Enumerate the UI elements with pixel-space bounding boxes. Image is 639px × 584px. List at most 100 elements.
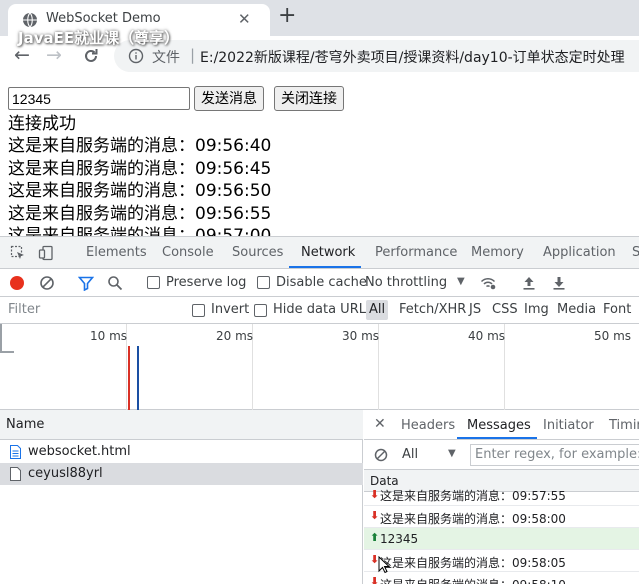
tab-timing[interactable]: Timin — [609, 418, 639, 433]
inspect-element-icon[interactable] — [10, 245, 26, 261]
filter-icon[interactable] — [78, 275, 94, 291]
network-toolbar: Preserve log Disable cache No throttling… — [0, 269, 639, 297]
network-conditions-icon[interactable] — [480, 275, 496, 291]
request-row-websocket-html[interactable]: websocket.html — [0, 441, 363, 463]
reload-icon[interactable] — [82, 47, 100, 65]
request-row-websocket[interactable]: ceyusl88yrl — [0, 463, 363, 485]
timeline-tick-label: 20 ms — [216, 329, 254, 343]
disable-cache-label: Disable cache — [276, 275, 367, 290]
tab-network[interactable]: Network — [301, 245, 355, 260]
tab-title: WebSocket Demo — [46, 11, 161, 26]
active-detail-tab-indicator — [457, 437, 537, 439]
watermark: JavaEE就业课（尊享） — [18, 29, 180, 47]
clear-messages-icon[interactable] — [374, 448, 388, 462]
separator: | — [190, 46, 196, 64]
request-detail-pane: ✕ Headers Messages Initiator Timin All ▼… — [364, 410, 639, 584]
detail-tabbar: ✕ Headers Messages Initiator Timin — [364, 410, 639, 440]
info-icon[interactable] — [128, 48, 144, 64]
type-filter-fetch-xhr[interactable]: Fetch/XHR — [399, 302, 466, 317]
tab-performance[interactable]: Performance — [375, 245, 457, 260]
websocket-file-icon — [10, 467, 21, 481]
close-connection-button[interactable]: 关闭连接 — [274, 86, 344, 111]
message-row[interactable]: ⬇ 这是来自服务端的消息：09:57:55 — [364, 488, 639, 506]
hide-data-urls-checkbox[interactable] — [254, 304, 267, 317]
tab-application[interactable]: Application — [543, 245, 616, 260]
preserve-log-checkbox[interactable] — [147, 276, 160, 289]
preserve-log-label: Preserve log — [166, 275, 247, 290]
browser-window: WebSocket Demo ✕ + JavaEE就业课（尊享） ← → 文件 … — [0, 0, 639, 584]
timeline-overview[interactable]: 10 ms 20 ms 30 ms 40 ms 50 ms — [0, 324, 639, 410]
sent-arrow-icon: ⬆ — [370, 531, 380, 544]
request-name: websocket.html — [28, 444, 131, 459]
tab-sources[interactable]: Sources — [232, 245, 283, 260]
download-icon[interactable] — [551, 275, 567, 291]
message-text: 这是来自服务端的消息：09:57:55 — [380, 489, 566, 503]
timeline-tick-label: 30 ms — [342, 329, 380, 343]
filter-input[interactable]: Filter — [4, 300, 180, 320]
name-column-header[interactable]: Name — [0, 410, 363, 440]
message-input[interactable] — [8, 87, 190, 110]
tab-console[interactable]: Console — [162, 245, 214, 260]
throttling-select[interactable]: No throttling — [365, 275, 447, 290]
type-filter-js[interactable]: JS — [469, 302, 481, 317]
received-arrow-icon: ⬇ — [370, 509, 380, 522]
devtools-tabbar: Elements Console Sources Network Perform… — [0, 237, 639, 269]
log-line: 这是来自服务端的消息：09:56:55 — [8, 203, 272, 224]
document-icon — [10, 445, 21, 459]
tab-security[interactable]: S — [632, 245, 639, 260]
active-tab-indicator — [289, 266, 361, 268]
tab-messages[interactable]: Messages — [467, 418, 531, 433]
log-line: 这是来自服务端的消息：09:56:45 — [8, 158, 272, 179]
mouse-cursor-icon — [378, 556, 390, 574]
tab-memory[interactable]: Memory — [471, 245, 524, 260]
timeline-handle-bar — [0, 351, 14, 353]
invert-checkbox[interactable] — [192, 304, 205, 317]
type-filter-css[interactable]: CSS — [492, 302, 518, 317]
record-icon[interactable] — [10, 276, 24, 290]
received-arrow-icon: ⬇ — [370, 488, 380, 501]
tab-initiator[interactable]: Initiator — [543, 418, 594, 433]
timeline-tick-label: 10 ms — [90, 329, 128, 343]
address-bar[interactable]: 文件 | E:/2022新版课程/苍穹外卖项目/授课资料/day10-订单状态定… — [114, 40, 639, 72]
chevron-down-icon[interactable]: ▼ — [457, 276, 465, 287]
timeline-tick-label: 50 ms — [594, 329, 632, 343]
message-row-sent[interactable]: ⬆ 12345 — [364, 528, 639, 550]
page-content: 发送消息 关闭连接 连接成功 这是来自服务端的消息：09:56:40 这是来自服… — [0, 76, 639, 236]
globe-icon — [23, 12, 37, 28]
regex-filter-input[interactable]: Enter regex, for example: (web)?socket — [470, 444, 639, 466]
url-text[interactable]: E:/2022新版课程/苍穹外卖项目/授课资料/day10-订单状态定时处理 — [200, 47, 625, 67]
tab-headers[interactable]: Headers — [401, 418, 455, 433]
new-tab-button[interactable]: + — [278, 4, 296, 28]
device-toolbar-icon[interactable] — [38, 245, 54, 261]
type-filter-img[interactable]: Img — [524, 302, 549, 317]
disable-cache-checkbox[interactable] — [257, 276, 270, 289]
upload-icon[interactable] — [521, 275, 537, 291]
timeline-handle[interactable] — [0, 324, 2, 352]
message-text: 12345 — [380, 532, 419, 546]
tab-close-icon[interactable]: ✕ — [238, 10, 251, 28]
tab-elements[interactable]: Elements — [86, 245, 147, 260]
message-row[interactable]: ⬇ 这是来自服务端的消息：09:58:00 — [364, 506, 639, 528]
send-message-button[interactable]: 发送消息 — [194, 86, 264, 111]
hide-data-urls-label: Hide data URLs — [273, 302, 373, 317]
clear-icon[interactable] — [39, 275, 55, 291]
load-event-marker — [128, 346, 130, 410]
type-filter-media[interactable]: Media — [557, 302, 596, 317]
close-detail-icon[interactable]: ✕ — [374, 416, 386, 432]
timeline-tick-label: 40 ms — [468, 329, 506, 343]
search-icon[interactable] — [107, 275, 123, 291]
invert-label: Invert — [211, 302, 250, 317]
message-text: 这是来自服务端的消息：09:58:10 — [380, 576, 566, 584]
message-text: 这是来自服务端的消息：09:58:05 — [380, 556, 566, 570]
message-filter-bar: All ▼ Enter regex, for example: (web)?so… — [364, 440, 639, 470]
devtools-panel: Elements Console Sources Network Perform… — [0, 236, 639, 584]
message-row[interactable]: ⬇ 这是来自服务端的消息：09:58:05 — [364, 550, 639, 572]
dom-content-loaded-marker — [137, 346, 139, 410]
message-row[interactable]: ⬇ 这是来自服务端的消息：09:58:10 — [364, 572, 639, 584]
message-type-select[interactable]: All — [402, 447, 418, 462]
chevron-down-icon[interactable]: ▼ — [448, 448, 456, 459]
type-filter-font[interactable]: Font — [603, 302, 631, 317]
file-label: 文件 — [152, 50, 180, 66]
log-line: 这是来自服务端的消息：09:56:40 — [8, 136, 272, 157]
type-filter-all[interactable]: All — [366, 300, 388, 320]
